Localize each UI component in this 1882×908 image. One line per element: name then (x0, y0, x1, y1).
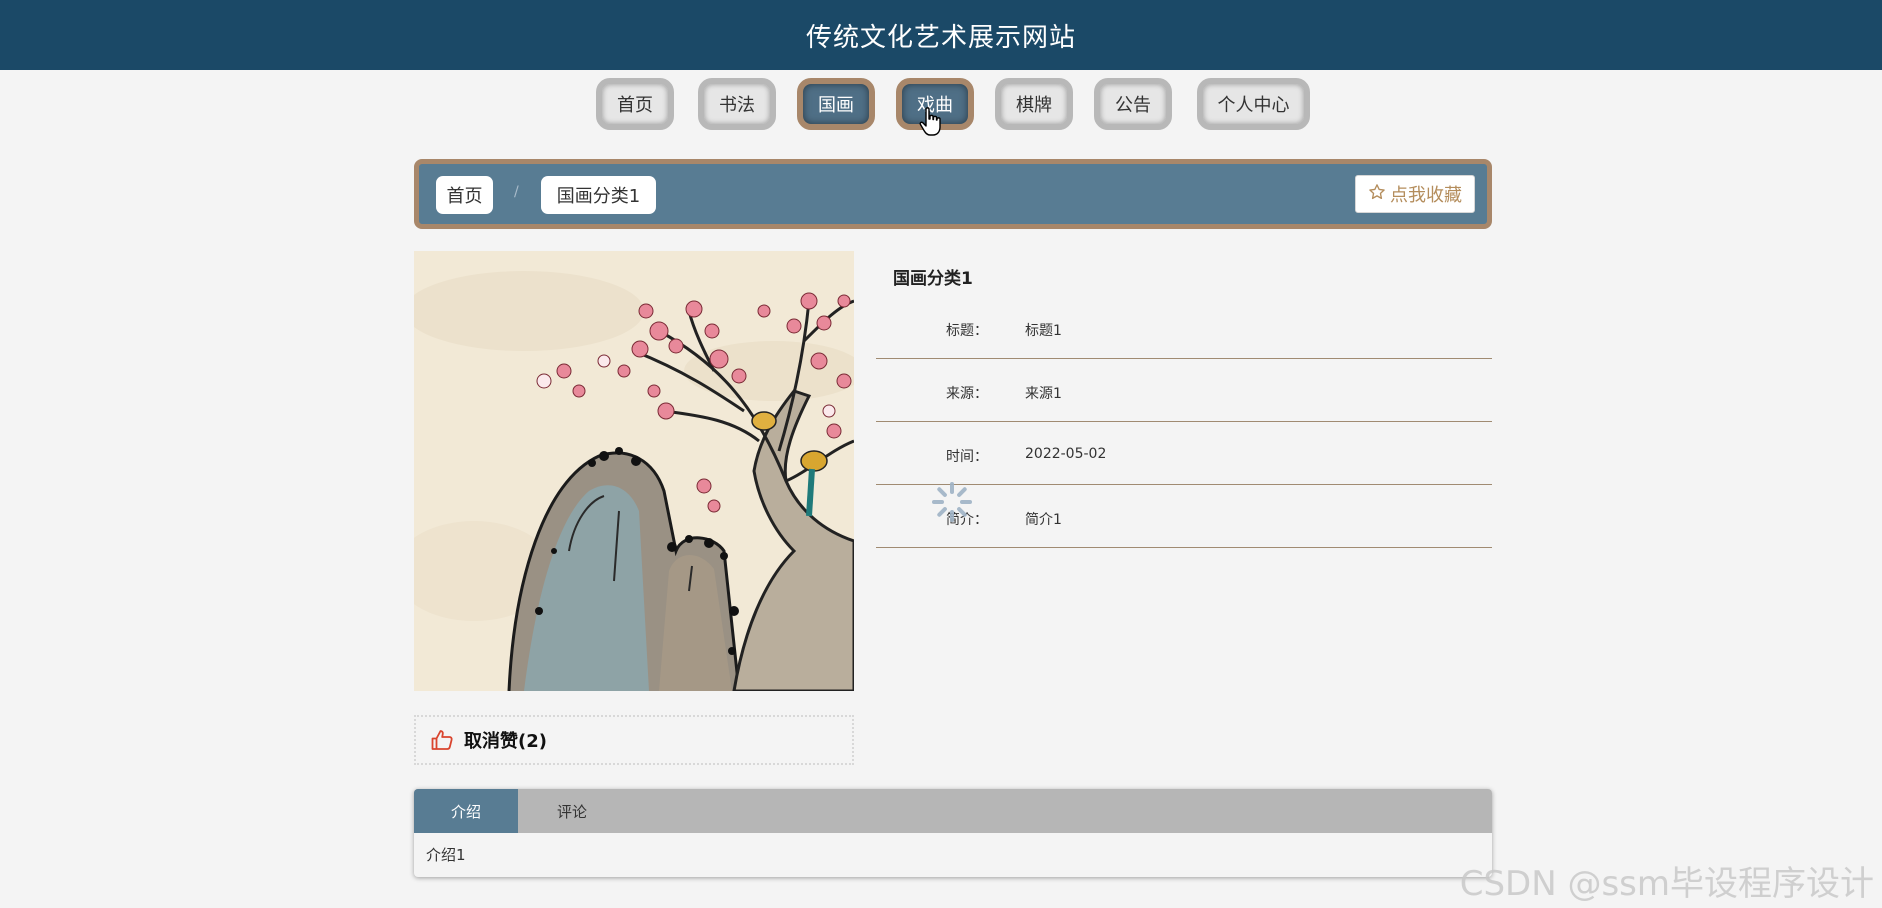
info-value: 简介1 (1025, 512, 1062, 528)
tab-header: 介绍 评论 (414, 789, 1492, 833)
info-row-time: 时间： 2022-05-02 (876, 422, 1492, 485)
breadcrumb-separator: / (514, 184, 519, 200)
hand-cursor-icon (919, 107, 941, 136)
tab-comments[interactable]: 评论 (518, 789, 626, 833)
main-nav: 首页 书法 国画 戏曲 棋牌 公告 个人中心 (0, 78, 1882, 130)
like-label: 取消赞(2) (464, 731, 547, 752)
nav-item-chess-cards[interactable]: 棋牌 (995, 78, 1073, 130)
nav-item-personal-center[interactable]: 个人中心 (1197, 78, 1310, 130)
breadcrumb-current[interactable]: 国画分类1 (541, 176, 656, 214)
breadcrumb-bar: 首页 / 国画分类1 点我收藏 (414, 159, 1492, 229)
breadcrumb-home[interactable]: 首页 (436, 176, 493, 214)
nav-item-home[interactable]: 首页 (596, 78, 674, 130)
loading-spinner-icon (932, 482, 972, 522)
info-value: 来源1 (1025, 386, 1062, 402)
info-row-title: 标题： 标题1 (876, 296, 1492, 359)
tabs-panel: 介绍 评论 介绍1 (414, 789, 1492, 877)
watermark-text: CSDN @ssm毕设程序设计 (1459, 864, 1874, 904)
nav-item-notice[interactable]: 公告 (1094, 78, 1172, 130)
star-outline-icon (1368, 183, 1386, 206)
favorite-button[interactable]: 点我收藏 (1355, 175, 1475, 213)
nav-item-calligraphy[interactable]: 书法 (698, 78, 776, 130)
info-key: 标题： (946, 323, 988, 339)
tab-content: 介绍1 (426, 846, 466, 864)
info-value: 标题1 (1025, 323, 1062, 339)
site-title: 传统文化艺术展示网站 (805, 22, 1076, 53)
artwork-image (414, 251, 854, 691)
site-header: 传统文化艺术展示网站 (0, 0, 1882, 70)
like-toggle-button[interactable]: 取消赞(2) (414, 715, 854, 765)
thumbs-up-icon (431, 730, 453, 750)
tab-introduction[interactable]: 介绍 (414, 789, 518, 833)
detail-category-title: 国画分类1 (893, 269, 973, 289)
info-value: 2022-05-02 (1025, 446, 1107, 462)
favorite-label: 点我收藏 (1390, 185, 1462, 206)
info-key: 来源： (946, 386, 988, 402)
info-row-source: 来源： 来源1 (876, 359, 1492, 422)
info-key: 时间： (946, 449, 988, 465)
nav-item-painting[interactable]: 国画 (797, 78, 875, 130)
